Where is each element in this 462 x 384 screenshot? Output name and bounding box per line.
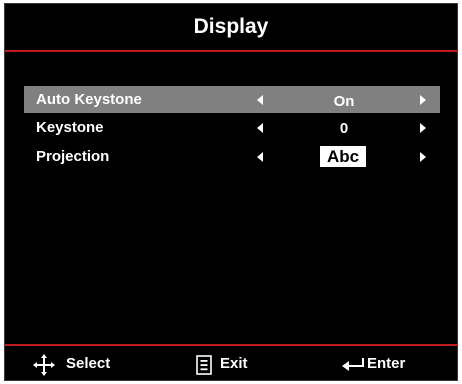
enter-hint-label: Enter (367, 355, 406, 372)
select-hint-label: Select (66, 355, 111, 372)
enter-arrow-icon (342, 357, 366, 375)
right-arrow-icon[interactable] (420, 152, 426, 162)
projection-preview: Abc (320, 146, 366, 167)
menu-item-label: Keystone (36, 119, 104, 136)
left-arrow-icon[interactable] (257, 123, 263, 133)
menu-item-label: Projection (36, 148, 110, 165)
menu-item-value: 0 (339, 120, 349, 137)
right-arrow-icon[interactable] (420, 95, 426, 105)
left-arrow-icon[interactable] (257, 95, 263, 105)
menu-item-keystone[interactable]: Keystone 0 (24, 114, 440, 141)
exit-hint-label: Exit (220, 355, 248, 372)
osd-menu: Display Auto Keystone On Keystone 0 Proj… (4, 3, 458, 381)
menu-item-label: Auto Keystone (36, 91, 142, 108)
footer-hints: Select Exit Enter (5, 346, 457, 382)
menu-item-auto-keystone[interactable]: Auto Keystone On (24, 86, 440, 113)
menu-item-value: On (333, 93, 355, 110)
title-divider (5, 50, 457, 52)
menu-title: Display (193, 15, 269, 38)
menu-icon (196, 355, 212, 379)
right-arrow-icon[interactable] (420, 123, 426, 133)
four-way-arrows-icon (32, 353, 56, 381)
menu-item-projection[interactable]: Projection Abc (24, 143, 440, 170)
left-arrow-icon[interactable] (257, 152, 263, 162)
